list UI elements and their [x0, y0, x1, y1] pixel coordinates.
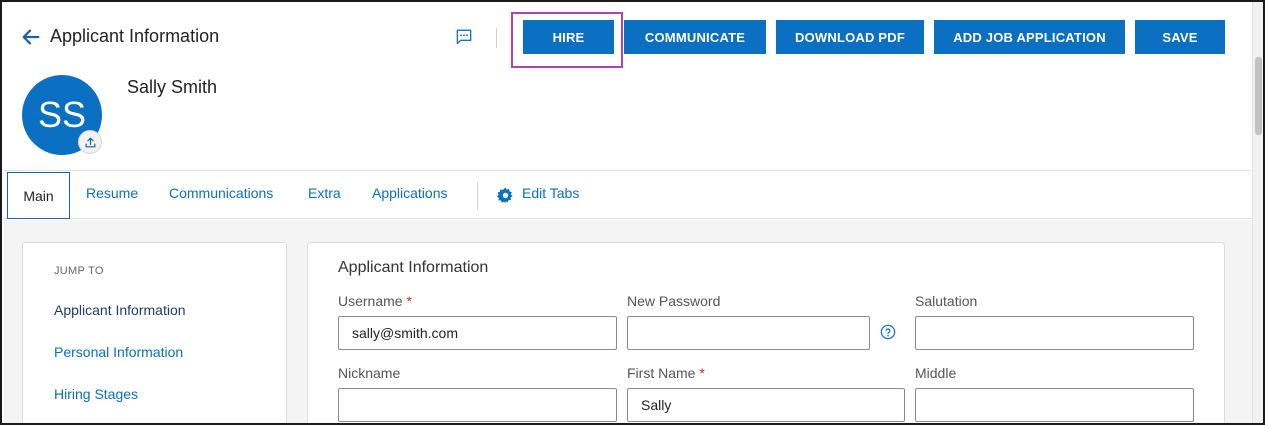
communicate-button[interactable]: COMMUNICATE — [624, 20, 766, 54]
new-password-field[interactable] — [627, 316, 870, 350]
section-title: Applicant Information — [338, 259, 489, 276]
nickname-field[interactable] — [338, 388, 617, 422]
username-label-text: Username — [338, 293, 403, 309]
scrollbar-thumb[interactable] — [1255, 57, 1262, 135]
save-button[interactable]: SAVE — [1135, 20, 1225, 54]
gear-icon[interactable] — [496, 186, 515, 205]
tab-extra[interactable]: Extra — [308, 185, 341, 205]
app-window: Applicant Information HIRE COMMUNICATE D… — [0, 0, 1265, 425]
tab-divider — [477, 182, 478, 210]
jump-item-hiring-stages[interactable]: Hiring Stages — [54, 386, 138, 402]
first-name-label-text: First Name — [627, 365, 696, 381]
page-scrollbar[interactable] — [1252, 2, 1263, 423]
arrow-left-icon[interactable] — [20, 26, 42, 48]
header-divider — [496, 28, 497, 48]
hire-button[interactable]: HIRE — [523, 20, 614, 54]
edit-tabs-link[interactable]: Edit Tabs — [522, 185, 579, 205]
applicant-name: Sally Smith — [127, 77, 218, 97]
required-marker: * — [406, 293, 412, 309]
add-job-application-button[interactable]: ADD JOB APPLICATION — [934, 20, 1125, 54]
jump-to-label: JUMP TO — [54, 265, 104, 277]
avatar-initials: SS — [37, 94, 87, 135]
upload-photo-button[interactable] — [78, 130, 102, 154]
username-field[interactable] — [338, 316, 617, 350]
upload-icon — [85, 137, 95, 147]
nickname-label: Nickname — [338, 365, 401, 381]
chat-bubble-icon[interactable] — [454, 27, 474, 47]
salutation-label: Salutation — [915, 293, 978, 309]
username-label: Username * — [338, 293, 412, 309]
required-marker: * — [699, 365, 705, 381]
middle-label: Middle — [915, 365, 957, 381]
download-pdf-button[interactable]: DOWNLOAD PDF — [776, 20, 924, 54]
middle-field[interactable] — [915, 388, 1194, 422]
salutation-field[interactable] — [915, 316, 1194, 350]
tab-communications[interactable]: Communications — [169, 185, 273, 205]
question-circle-icon[interactable] — [880, 324, 896, 340]
jump-item-personal-information[interactable]: Personal Information — [54, 344, 183, 360]
tab-main-label: Main — [23, 187, 54, 204]
tab-resume[interactable]: Resume — [86, 185, 138, 205]
new-password-label: New Password — [627, 293, 721, 309]
page-title: Applicant Information — [50, 26, 220, 46]
tab-applications[interactable]: Applications — [372, 185, 448, 205]
first-name-label: First Name * — [627, 365, 705, 381]
first-name-field[interactable] — [627, 388, 905, 422]
tab-main[interactable]: Main — [7, 172, 70, 219]
jump-item-applicant-information[interactable]: Applicant Information — [54, 302, 186, 318]
